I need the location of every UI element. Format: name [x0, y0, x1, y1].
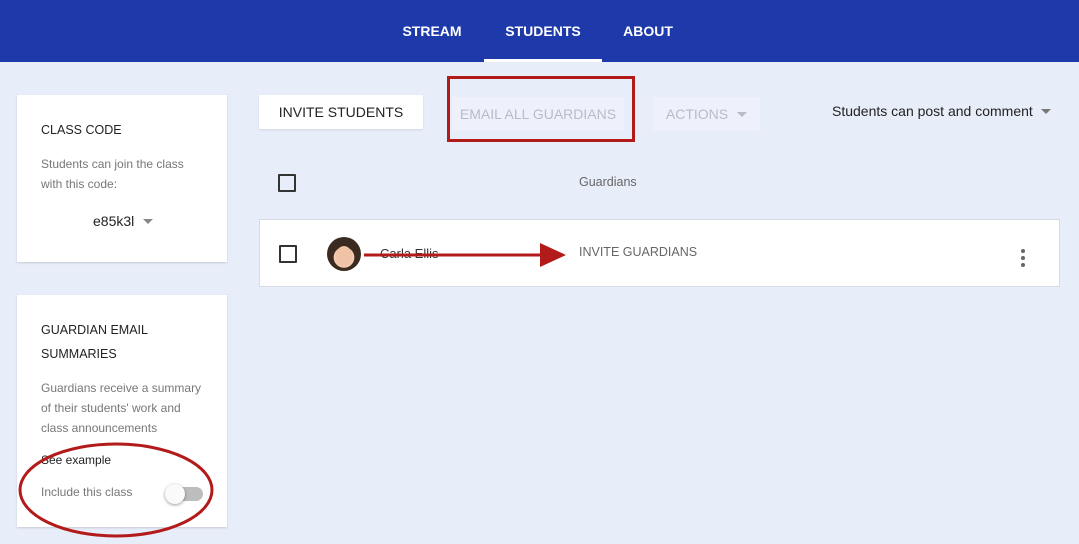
post-setting-dropdown[interactable]: Students can post and comment	[832, 103, 1051, 119]
actions-dropdown[interactable]: ACTIONS	[653, 97, 760, 131]
tab-stream[interactable]: STREAM	[392, 0, 472, 62]
caret-down-icon	[143, 218, 154, 224]
guardian-email-title: GUARDIAN EMAIL SUMMARIES	[41, 323, 148, 361]
guardians-column-header: Guardians	[579, 175, 637, 189]
actions-label: ACTIONS	[665, 106, 729, 122]
tab-students[interactable]: STUDENTS	[484, 0, 602, 62]
post-setting-label: Students can post and comment	[832, 103, 1033, 119]
student-row-checkbox[interactable]	[279, 245, 297, 263]
active-tab-indicator	[484, 59, 602, 62]
toggle-thumb	[165, 484, 185, 504]
select-all-checkbox[interactable]	[278, 174, 296, 192]
class-code-description: Students can join the class with this co…	[41, 157, 184, 191]
class-code-value: e85k3l	[93, 213, 135, 229]
see-example-link[interactable]: See example	[41, 453, 111, 467]
student-row: Carla Ellis INVITE GUARDIANS	[259, 219, 1060, 287]
include-class-label: Include this class	[41, 485, 133, 499]
class-code-card: CLASS CODE Students can join the class w…	[17, 95, 227, 262]
tab-about[interactable]: ABOUT	[612, 0, 684, 62]
invite-guardians-link[interactable]: INVITE GUARDIANS	[579, 245, 697, 259]
guardian-email-description: Guardians receive a summary of their stu…	[41, 381, 202, 435]
invite-students-button[interactable]: INVITE STUDENTS	[259, 95, 423, 129]
top-nav-bar: STREAM STUDENTS ABOUT	[0, 0, 1079, 62]
caret-down-icon	[737, 111, 748, 117]
annotation-highlight-box	[447, 76, 635, 142]
student-name[interactable]: Carla Ellis	[380, 246, 439, 261]
class-code-dropdown[interactable]: e85k3l	[93, 213, 154, 229]
guardian-email-card: GUARDIAN EMAIL SUMMARIES Guardians recei…	[17, 295, 227, 527]
avatar	[327, 237, 361, 271]
caret-down-icon	[1040, 108, 1051, 114]
more-vert-icon[interactable]	[1016, 249, 1030, 267]
include-class-toggle[interactable]	[165, 484, 203, 504]
class-code-title: CLASS CODE	[41, 123, 122, 137]
